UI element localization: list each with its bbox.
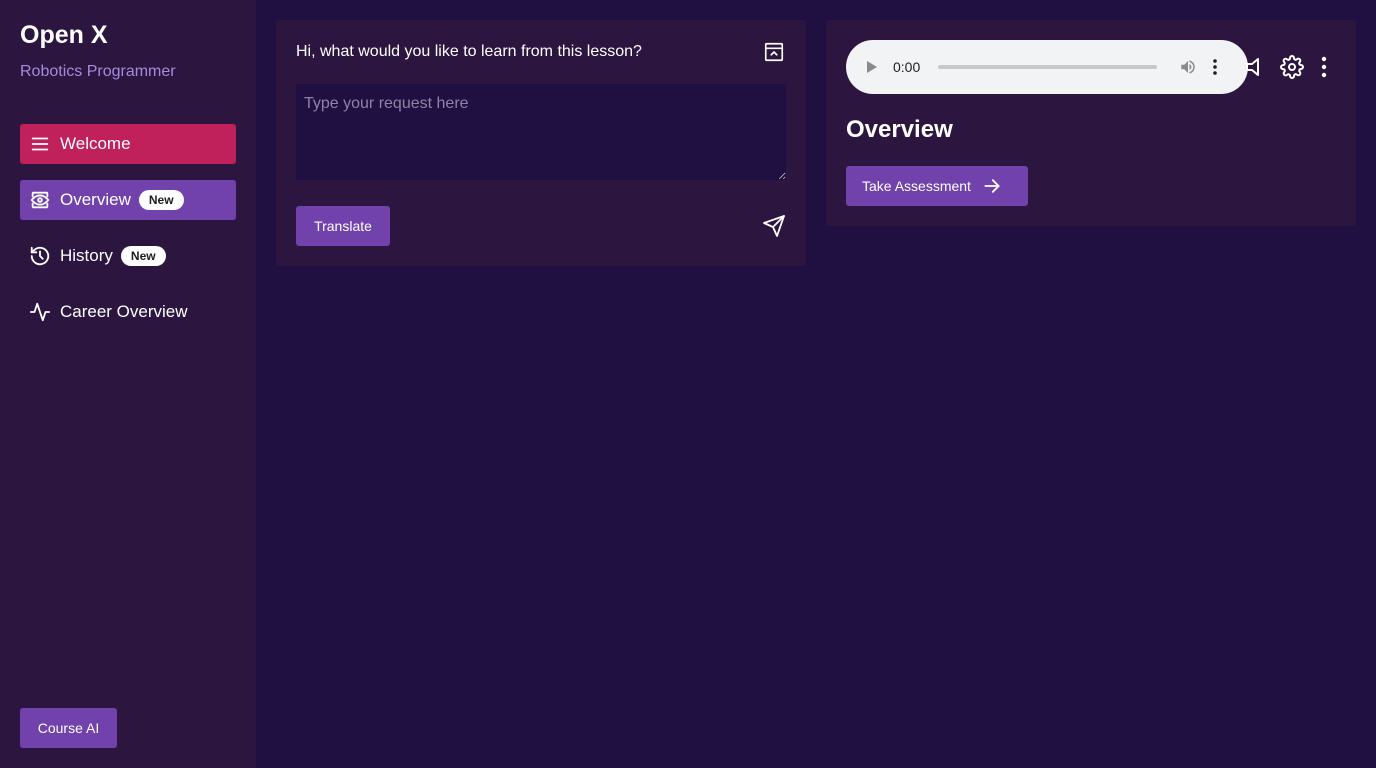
sidebar-item-history[interactable]: History New [20,236,236,276]
translate-button[interactable]: Translate [296,206,390,246]
app-subtitle: Robotics Programmer [20,63,176,80]
chat-prompt: Hi, what would you like to learn from th… [296,43,642,60]
take-assessment-label: Take Assessment [862,178,971,194]
sidebar-item-label: Overview [60,190,131,209]
send-icon[interactable] [762,214,786,238]
activity-icon [28,300,52,324]
sidebar: Open X Robotics Programmer Welcome Overv… [0,0,256,768]
new-badge: New [138,190,184,210]
audio-time: 0:00 [893,59,921,75]
overview-panel: 0:00 Overview Take Assessment [826,20,1356,226]
app-root: Open X Robotics Programmer Welcome Overv… [0,0,1376,768]
take-assessment-button[interactable]: Take Assessment [846,166,1028,206]
play-icon[interactable] [866,60,880,74]
request-input[interactable] [296,84,786,180]
eye-icon [28,188,52,212]
history-icon [28,244,52,268]
sidebar-item-label: History [60,246,113,265]
arrow-right-icon [982,176,1002,196]
sidebar-item-label: Welcome [60,134,131,153]
audio-progress-slider[interactable] [938,65,1158,69]
overview-title: Overview [846,116,953,143]
sidebar-item-career-overview[interactable]: Career Overview [20,292,236,332]
settings-icon[interactable] [1280,55,1304,79]
player-options-icon[interactable] [1211,58,1219,76]
course-ai-button[interactable]: Course AI [20,708,117,748]
new-badge: New [120,246,166,266]
app-title: Open X [20,21,108,49]
sidebar-item-label: Career Overview [60,302,188,321]
collapse-panel-icon[interactable] [762,40,786,64]
chat-panel: Hi, what would you like to learn from th… [276,20,806,266]
volume-icon[interactable] [1179,58,1197,76]
menu-icon [28,132,52,156]
sidebar-item-overview[interactable]: Overview New [20,180,236,220]
more-options-icon[interactable] [1318,55,1330,79]
speaker-icon[interactable] [1246,56,1266,78]
sidebar-item-welcome[interactable]: Welcome [20,124,236,164]
audio-player: 0:00 [846,40,1248,94]
